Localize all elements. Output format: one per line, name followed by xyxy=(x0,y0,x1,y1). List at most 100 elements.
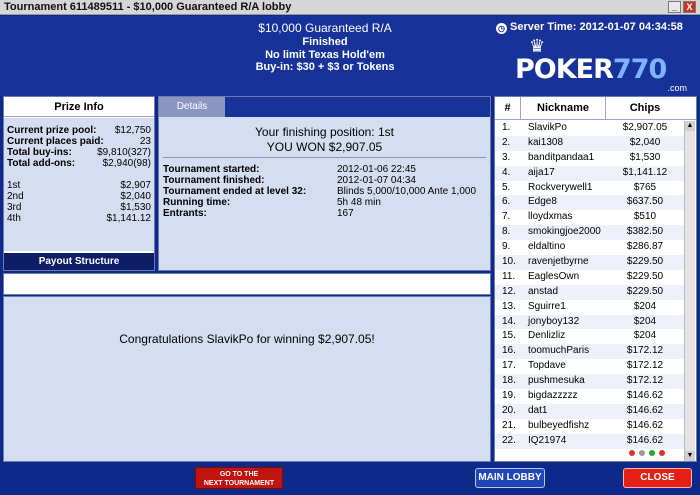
nickname-cell: lloydxmas xyxy=(528,211,573,223)
table-row[interactable]: 6. Edge8 $637.50 xyxy=(495,195,684,211)
nickname-cell: aija17 xyxy=(528,166,555,178)
table-row[interactable]: 2. kai1308 $2,040 xyxy=(495,135,684,151)
window-title: Tournament 611489511 - $10,000 Guarantee… xyxy=(4,1,292,13)
table-status-dots xyxy=(629,447,669,459)
table-row[interactable]: 13. Sguirre1 $204 xyxy=(495,300,684,315)
chips-cell: $286.87 xyxy=(626,241,664,253)
place-value: $2,040 xyxy=(120,191,151,202)
nickname-cell: Denlizliz xyxy=(528,330,566,342)
nickname-cell: jonyboy132 xyxy=(528,315,580,327)
tournament-header: $10,000 Guaranteed R/A Finished No limit… xyxy=(0,16,700,96)
nickname-cell: banditpandaa1 xyxy=(528,151,595,163)
poker770-logo: ♛ POKER770 .com xyxy=(515,36,695,93)
scroll-down-icon[interactable]: ▼ xyxy=(685,451,695,461)
table-row[interactable]: 5. Rockverywell1 $765 xyxy=(495,181,684,196)
place-label: 2nd xyxy=(7,191,24,202)
detail-label: Tournament started: xyxy=(163,164,260,175)
place-value: $1,141.12 xyxy=(106,213,152,224)
detail-value: 2012-01-07 04:34 xyxy=(337,175,416,186)
detail-value: 2012-01-06 22:45 xyxy=(337,164,416,175)
chips-cell: $2,907.05 xyxy=(622,122,668,133)
table-row[interactable]: 7. lloydxmas $510 xyxy=(495,210,684,225)
table-row[interactable]: 3. banditpandaa1 $1,530 xyxy=(495,151,684,166)
table-row[interactable]: 19. bigdazzzzz $146.62 xyxy=(495,389,684,404)
table-row[interactable]: 12. anstad $229.50 xyxy=(495,284,684,300)
prize-row: Total buy-ins: $9,810(327) xyxy=(7,147,151,158)
prize-row: Total add-ons: $2,940(98) xyxy=(7,158,151,169)
chips-cell: $229.50 xyxy=(626,256,664,268)
nickname-cell: SlavikPo xyxy=(528,122,567,133)
rank-cell: 9. xyxy=(502,241,511,253)
place-value: $1,530 xyxy=(120,202,151,213)
table-row[interactable]: 21. bulbeyedfishz $146.62 xyxy=(495,419,684,434)
rank-cell: 6. xyxy=(502,196,511,208)
chips-cell: $146.62 xyxy=(626,419,664,431)
details-panel: Details Your finishing position: 1st YOU… xyxy=(158,96,491,271)
table-row[interactable]: 4. aija17 $1,141.12 xyxy=(495,165,684,181)
column-header-rank[interactable]: # xyxy=(495,97,521,120)
chips-cell: $204 xyxy=(633,315,657,327)
table-row[interactable]: 8. smokingjoe2000 $382.50 xyxy=(495,225,684,241)
table-row[interactable]: 10. ravenjetbyrne $229.50 xyxy=(495,255,684,270)
window-close-button[interactable]: X xyxy=(683,1,696,13)
tournament-name: $10,000 Guaranteed R/A xyxy=(258,21,392,35)
buy-in: Buy-in: $30 + $3 or Tokens xyxy=(255,61,395,73)
rank-cell: 7. xyxy=(502,211,511,223)
rank-cell: 13. xyxy=(502,300,516,312)
nickname-cell: bulbeyedfishz xyxy=(528,419,590,431)
rank-cell: 12. xyxy=(502,285,516,297)
server-time-text: Server Time: 2012-01-07 04:34:58 xyxy=(510,21,683,33)
rank-cell: 20. xyxy=(502,404,516,416)
scroll-up-icon[interactable]: ▲ xyxy=(685,121,695,131)
congratulations-message: Congratulations SlavikPo for winning $2,… xyxy=(119,332,375,346)
rank-cell: 14. xyxy=(502,315,516,327)
chips-cell: $510 xyxy=(633,211,657,223)
detail-label: Tournament finished: xyxy=(163,175,265,186)
payout-structure-button[interactable]: Payout Structure xyxy=(4,253,154,270)
chips-cell: $637.50 xyxy=(626,196,664,208)
place-label: 1st xyxy=(7,180,21,191)
red-dot-icon xyxy=(629,450,635,456)
table-row[interactable]: 14. jonyboy132 $204 xyxy=(495,314,684,330)
prize-value: 23 xyxy=(139,136,151,147)
close-button[interactable]: CLOSE xyxy=(623,468,692,488)
rank-cell: 16. xyxy=(502,345,516,357)
prize-value: $2,940(98) xyxy=(102,158,151,169)
tournament-status: Finished xyxy=(302,36,348,48)
next-tournament-button[interactable]: GO TO THE NEXT TOURNAMENT xyxy=(195,467,283,489)
place-label: 4th xyxy=(7,213,21,224)
rank-cell: 10. xyxy=(502,256,516,268)
game-type: No limit Texas Hold'em xyxy=(265,49,385,61)
rank-cell: 5. xyxy=(502,181,511,193)
nickname-cell: Edge8 xyxy=(528,196,557,208)
table-row[interactable]: 9. eldaltino $286.87 xyxy=(495,240,684,255)
table-row[interactable]: 15. Denlizliz $204 xyxy=(495,329,684,344)
chips-cell: $146.62 xyxy=(626,404,664,416)
place-row: 3rd $1,530 xyxy=(7,202,151,213)
column-header-chips[interactable]: Chips xyxy=(606,97,684,120)
standings-scrollbar[interactable]: ▲ ▼ xyxy=(684,121,695,461)
place-row: 1st $2,907 xyxy=(7,180,151,191)
bottom-bar xyxy=(0,463,700,495)
column-header-nickname[interactable]: Nickname xyxy=(521,97,606,120)
rank-cell: 19. xyxy=(502,390,516,402)
minimize-button[interactable]: _ xyxy=(668,1,681,13)
prize-label: Current prize pool: xyxy=(7,125,97,136)
rank-cell: 15. xyxy=(502,330,516,342)
detail-value: Blinds 5,000/10,000 Ante 1,000 xyxy=(337,186,477,197)
table-row[interactable]: 17. Topdave $172.12 xyxy=(495,359,684,374)
winnings: YOU WON $2,907.05 xyxy=(266,140,383,154)
main-lobby-button[interactable]: MAIN LOBBY xyxy=(475,468,545,488)
chips-cell: $229.50 xyxy=(626,285,664,297)
table-row[interactable]: 1. SlavikPo $2,907.05 xyxy=(495,121,684,136)
prize-value: $9,810(327) xyxy=(97,147,151,158)
table-row[interactable]: 11. EaglesOwn $229.50 xyxy=(495,270,684,285)
rank-cell: 11. xyxy=(502,270,516,282)
table-row[interactable]: 20. dat1 $146.62 xyxy=(495,403,684,419)
table-row[interactable]: 18. pushmesuka $172.12 xyxy=(495,374,684,390)
table-row[interactable]: 16. toomuchParis $172.12 xyxy=(495,344,684,360)
tab-details[interactable]: Details xyxy=(159,97,225,117)
prize-info-panel: Prize Info Current prize pool: $12,750 Cu… xyxy=(3,96,155,271)
nickname-cell: anstad xyxy=(528,285,559,297)
chips-cell: $172.12 xyxy=(626,360,664,372)
